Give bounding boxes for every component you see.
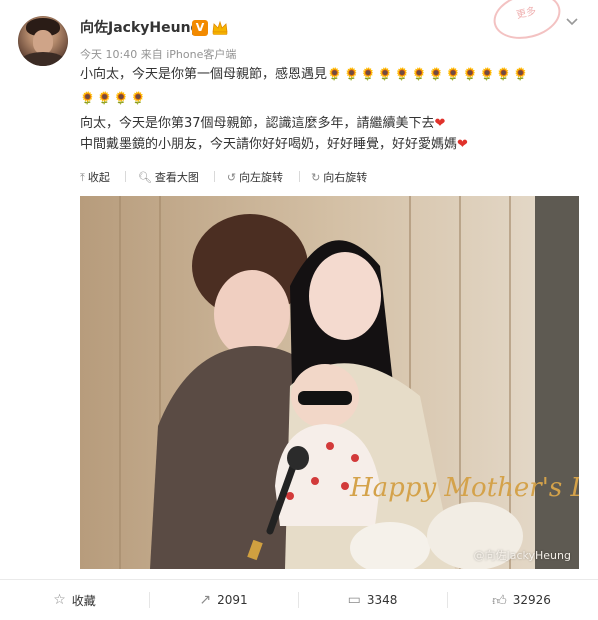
repost-button[interactable]: ↗ 2091	[149, 580, 298, 620]
rotate-left-button[interactable]: ↺ 向左旋转	[227, 169, 283, 185]
post-text-line-3: 向太，今天是你第37個母親節，認識這麼多年，請繼續美下去❤	[80, 116, 446, 131]
action-bar: ☆ 收藏 ↗ 2091 ▭ 3348 👍︎ 32926	[0, 579, 598, 620]
rotate-right-icon: ↻	[311, 171, 321, 184]
sunflower-icons: 🌻🌻🌻🌻🌻🌻🌻🌻🌻🌻🌻🌻	[327, 67, 531, 81]
username[interactable]: 向佐JackyHeung	[80, 17, 201, 37]
chevron-down-icon[interactable]	[562, 14, 582, 32]
image-toolbar: ⤒ 收起 🔍︎ 查看大图 ↺ 向左旋转 ↻ 向右旋转	[80, 169, 371, 189]
post-source[interactable]: iPhone客户端	[166, 48, 236, 61]
crown-icon	[212, 20, 228, 35]
post-photo[interactable]: Happy Mother's Day @向佐JackyHeung	[80, 196, 579, 569]
source-prefix: 来自	[140, 48, 163, 61]
cake-topper-text: Happy Mother's Day	[349, 473, 579, 503]
stamp-watermark: 更多	[488, 0, 566, 46]
collapse-button[interactable]: ⤒ 收起	[80, 169, 110, 185]
avatar[interactable]	[18, 16, 68, 66]
post-text-line-1: 小向太，今天是你第一個母親節，感恩遇見🌻🌻🌻🌻🌻🌻🌻🌻🌻🌻🌻🌻	[80, 64, 580, 85]
rotate-left-icon: ↺	[226, 171, 237, 184]
comment-button[interactable]: ▭ 3348	[298, 580, 447, 620]
comment-icon: ▭	[347, 592, 361, 608]
post-text-line-4: 中間戴墨鏡的小朋友，今天請你好好喝奶，好好睡覺，好好愛媽媽❤	[80, 137, 468, 152]
heart-icon: ❤	[434, 116, 446, 131]
sunflower-icons: 🌻🌻🌻🌻	[80, 91, 148, 105]
post-meta: 今天 10:40 来自 iPhone客户端	[80, 46, 236, 62]
star-icon: ☆	[53, 592, 66, 608]
heart-icon: ❤	[457, 137, 468, 152]
photo-watermark: @向佐JackyHeung	[473, 549, 572, 562]
thumbs-up-icon: 👍︎	[492, 592, 507, 609]
collapse-icon: ⤒	[80, 171, 85, 184]
post-time[interactable]: 今天 10:40	[80, 48, 137, 61]
favorite-button[interactable]: ☆ 收藏	[0, 580, 149, 620]
magnifier-icon: 🔍︎	[137, 171, 152, 184]
rotate-right-button[interactable]: ↻ 向右旋转	[311, 169, 367, 185]
verified-badge-icon: V	[192, 20, 208, 36]
view-large-button[interactable]: 🔍︎ 查看大图	[138, 169, 199, 185]
post-text-line-2: 🌻🌻🌻🌻	[80, 88, 580, 109]
photo-illustration: Happy Mother's Day	[80, 196, 579, 569]
repost-icon: ↗	[199, 592, 212, 608]
like-button[interactable]: 👍︎ 32926	[447, 580, 596, 620]
